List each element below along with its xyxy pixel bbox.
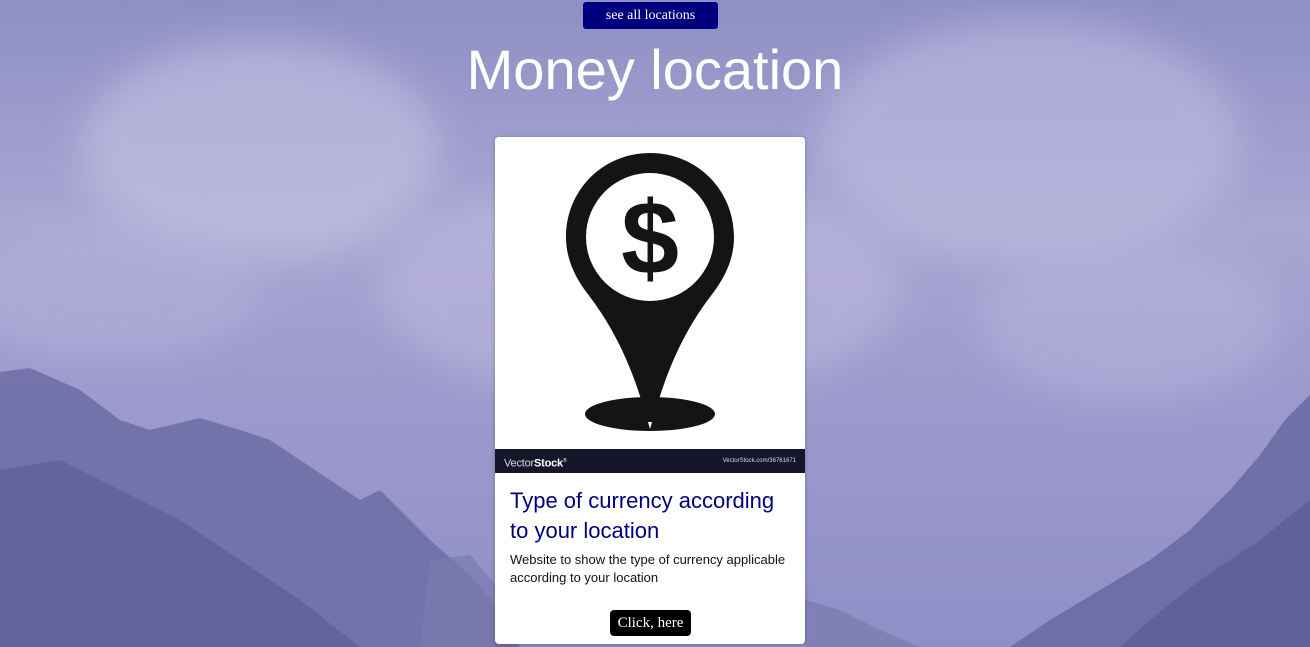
watermark-bar: VectorStock® VectorStock.com/36761671	[495, 449, 805, 473]
svg-text:$: $	[621, 181, 679, 297]
page-title: Money location	[466, 38, 844, 101]
money-location-pin-icon: $	[566, 153, 734, 431]
card-title: Type of currency according to your locat…	[510, 488, 775, 543]
card-image: $ VectorStock® VectorStock.com/36761671	[495, 137, 805, 473]
click-here-button[interactable]: Click, here	[610, 610, 691, 636]
watermark-reference: VectorStock.com/36761671	[722, 458, 796, 464]
watermark-brand: VectorStock®	[504, 457, 567, 470]
card-description: Website to show the type of currency app…	[510, 552, 786, 585]
see-all-locations-button[interactable]: see all locations	[583, 2, 718, 29]
location-card: $ VectorStock® VectorStock.com/36761671 …	[495, 137, 805, 644]
